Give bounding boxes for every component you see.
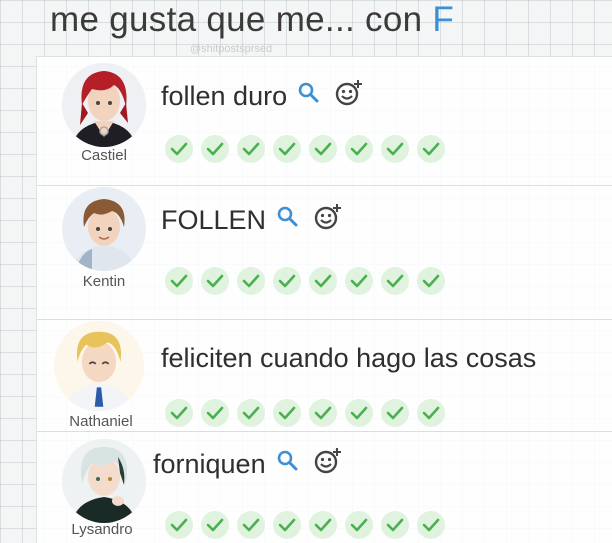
check-row <box>165 135 453 163</box>
page-title: me gusta que me... con F <box>50 0 455 39</box>
search-icon[interactable] <box>276 205 300 236</box>
check-icon <box>345 511 373 539</box>
user-name: Nathaniel <box>69 413 133 430</box>
check-icon <box>201 511 229 539</box>
check-icon <box>381 511 409 539</box>
check-icon <box>417 267 445 295</box>
answer-label: FOLLEN <box>161 205 267 235</box>
check-icon <box>381 399 409 427</box>
check-icon <box>309 511 337 539</box>
check-icon <box>165 135 193 163</box>
check-icon <box>381 267 409 295</box>
avatar <box>62 187 146 271</box>
check-icon <box>345 135 373 163</box>
emoji-add-icon[interactable] <box>314 203 342 238</box>
check-icon <box>273 399 301 427</box>
user-name: Castiel <box>81 147 127 164</box>
check-icon <box>273 135 301 163</box>
check-icon <box>165 511 193 539</box>
user-name: Kentin <box>82 273 126 290</box>
avatar <box>62 63 146 147</box>
check-icon <box>417 135 445 163</box>
check-icon <box>165 399 193 427</box>
answer-text: feliciten cuando hago las cosas <box>161 343 536 374</box>
check-icon <box>237 399 265 427</box>
search-icon[interactable] <box>297 81 321 112</box>
check-icon <box>201 267 229 295</box>
check-icon <box>237 267 265 295</box>
avatar <box>54 321 144 411</box>
check-icon <box>417 511 445 539</box>
check-icon <box>309 399 337 427</box>
check-row <box>165 267 453 295</box>
user-name: Lysandro <box>71 521 133 538</box>
check-icon <box>381 135 409 163</box>
answers-list: Castiel follen duro Kentin FOLLEN Nathan… <box>36 56 612 543</box>
check-row <box>165 511 453 539</box>
check-icon <box>237 511 265 539</box>
check-icon <box>345 267 373 295</box>
search-icon[interactable] <box>276 449 300 480</box>
check-icon <box>273 267 301 295</box>
answer-text: follen duro <box>161 79 363 114</box>
check-icon <box>201 399 229 427</box>
check-row <box>165 399 453 427</box>
answer-label: forniquen <box>153 449 266 479</box>
list-item: Castiel follen duro <box>37 57 612 187</box>
check-icon <box>273 511 301 539</box>
check-icon <box>201 135 229 163</box>
answer-label: feliciten cuando hago las cosas <box>161 343 537 373</box>
watermark: @shitpostsprsed <box>190 43 273 55</box>
title-highlight-letter: F <box>432 0 455 39</box>
emoji-add-icon[interactable] <box>335 79 363 114</box>
check-icon <box>309 267 337 295</box>
list-item: Lysandro forniquen <box>37 431 612 543</box>
answer-label: follen duro <box>161 81 288 111</box>
check-icon <box>417 399 445 427</box>
avatar <box>62 439 146 523</box>
emoji-add-icon[interactable] <box>314 447 342 482</box>
check-icon <box>237 135 265 163</box>
check-icon <box>345 399 373 427</box>
check-icon <box>309 135 337 163</box>
answer-text: FOLLEN <box>161 203 342 238</box>
check-icon <box>165 267 193 295</box>
list-item: Kentin FOLLEN <box>37 185 612 319</box>
answer-text: forniquen <box>153 447 342 482</box>
